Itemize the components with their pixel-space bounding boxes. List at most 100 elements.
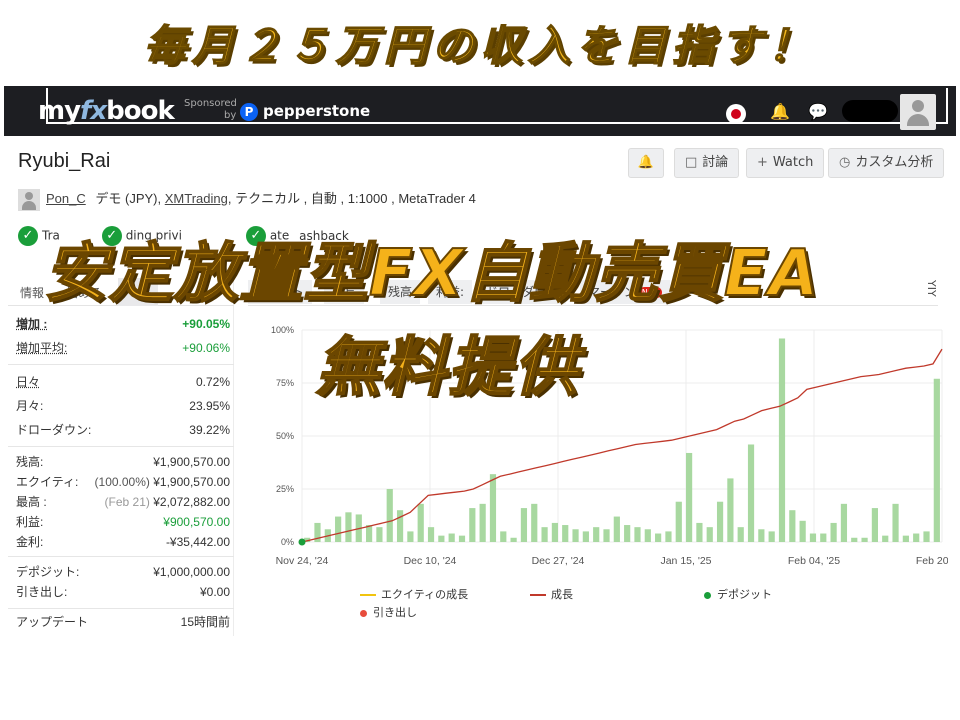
chart-bar (799, 520, 806, 542)
drawdown-label: ドローダウン: (16, 423, 92, 437)
tab-yoy[interactable]: YIY (925, 280, 938, 297)
discuss-label: 討論 (702, 155, 729, 170)
chart-bar (438, 535, 445, 542)
legend-growth-label: 成長 (551, 589, 573, 601)
messages-icon[interactable]: 💬 (808, 102, 828, 121)
bell-icon: 🔔 (637, 155, 655, 170)
tab-info[interactable]: 情報 (20, 284, 44, 301)
chart-bar (851, 537, 858, 542)
stat-drawdown: ドローダウン: 39.22% (16, 420, 230, 440)
account-title: Ryubi_Rai (18, 150, 111, 172)
chart-bar (758, 529, 765, 542)
chart-bar (335, 516, 342, 542)
legend-growth[interactable]: 成長 (530, 586, 573, 602)
chart-bar (747, 444, 755, 542)
chart-bar (417, 503, 424, 542)
chart-bar (624, 525, 631, 542)
japan-flag-icon[interactable] (726, 104, 746, 124)
chart-bar (613, 516, 620, 542)
redacted-username (842, 100, 898, 122)
chart-bar (902, 535, 909, 542)
comment-icon: □ (685, 155, 698, 170)
stat-abs-gain: 増加平均: +90.06% (16, 338, 230, 358)
chart-bar (582, 531, 589, 542)
x-tick-label: Dec 10, '24 (404, 555, 457, 567)
chart-bar (407, 531, 414, 542)
chart-bar (644, 529, 651, 542)
legend-deposit[interactable]: デポジット (704, 586, 772, 602)
y-tick-label: 100% (271, 325, 294, 335)
chart-bar (882, 535, 889, 542)
x-tick-label: Feb 20, '25 (916, 555, 948, 567)
custom-analysis-label: カスタム分析 (855, 155, 934, 170)
y-tick-label: 0% (281, 537, 294, 547)
x-tick-label: Nov 24, '24 (276, 555, 329, 567)
chart-bar (593, 527, 600, 542)
chart-bar (634, 527, 641, 542)
chart-bar (737, 527, 744, 542)
highest-date: (Feb 21) (104, 495, 150, 509)
account-details: , テクニカル , 自動 , 1:1000 , MetaTrader 4 (227, 191, 476, 206)
chart-bar (376, 527, 383, 542)
equity-label: エクイティ: (16, 475, 79, 489)
chart-bar (603, 529, 610, 542)
chart-bar (469, 508, 476, 542)
gain-label[interactable]: 増加 : (16, 314, 47, 334)
chart-bar (510, 537, 517, 542)
abs-gain-value: +90.06% (182, 341, 230, 355)
y-tick-label: 50% (276, 431, 294, 441)
gain-value: +90.05% (182, 317, 230, 331)
user-avatar[interactable] (900, 94, 936, 130)
chart-bar (727, 478, 734, 542)
chart-bar (562, 525, 569, 542)
owner-avatar[interactable] (18, 188, 40, 211)
chart-bar (551, 522, 558, 542)
broker-link[interactable]: XMTrading (165, 191, 228, 206)
chart-bar (892, 503, 899, 542)
chart-bar (789, 510, 796, 542)
plus-icon: + (757, 155, 768, 170)
stat-monthly: 月々: 23.95% (16, 396, 230, 416)
legend-equity-growth[interactable]: エクイティの成長 (360, 586, 468, 602)
chart-bar (913, 533, 920, 542)
interest-value: -¥35,442.00 (165, 535, 230, 549)
custom-analysis-button[interactable]: ◷ カスタム分析 (828, 148, 945, 178)
legend-dot (704, 591, 711, 599)
legend-swatch (530, 594, 546, 597)
monthly-label: 月々: (16, 399, 44, 413)
chart-bar (366, 525, 373, 542)
updated-label: アップデート (16, 615, 89, 629)
notify-bell-button[interactable]: 🔔 (628, 148, 664, 178)
legend-withdrawal[interactable]: 引き出し (360, 604, 417, 620)
chart-bar (520, 508, 528, 542)
profit-label: 利益: (16, 515, 44, 529)
chart-bar (820, 533, 827, 542)
notifications-bell-icon[interactable]: 🔔 (770, 102, 790, 121)
stat-equity: エクイティ: (100.00%) ¥1,900,570.00 (16, 472, 230, 492)
stat-gain: 増加 : +90.05% (16, 314, 230, 334)
abs-gain-label[interactable]: 増加平均: (16, 338, 67, 358)
stat-deposits: デポジット: ¥1,000,000.00 (16, 562, 230, 582)
deposit-marker (298, 538, 306, 546)
chart-bar (778, 338, 786, 542)
divider (8, 364, 234, 365)
updated-value: 15時間前 (180, 615, 230, 629)
watch-button[interactable]: + Watch (746, 148, 825, 178)
chart-bar (686, 452, 693, 542)
chart-bar (655, 533, 662, 542)
interest-label: 金利: (16, 535, 44, 549)
legend-withdrawal-label: 引き出し (373, 607, 417, 619)
chart-bar (706, 527, 713, 542)
daily-label[interactable]: 日々 (16, 372, 40, 392)
deposits-label: デポジット: (16, 565, 80, 579)
discuss-button[interactable]: □ 討論 (674, 148, 740, 178)
stats-panel: 情報 始める 一般 増加 : +90.05% 増加平均: +90.06% 日々 0.7… (8, 276, 234, 636)
balance-value: ¥1,900,570.00 (153, 455, 230, 469)
stat-highest: 最高 : (Feb 21) ¥2,072,882.00 (16, 492, 230, 512)
owner-link[interactable]: Pon_C (46, 191, 86, 206)
drawdown-value: 39.22% (189, 423, 230, 437)
y-tick-label: 25% (276, 484, 294, 494)
chart-bar (840, 503, 848, 542)
x-tick-label: Jan 15, '25 (660, 555, 711, 567)
legend-deposit-label: デポジット (717, 589, 772, 601)
